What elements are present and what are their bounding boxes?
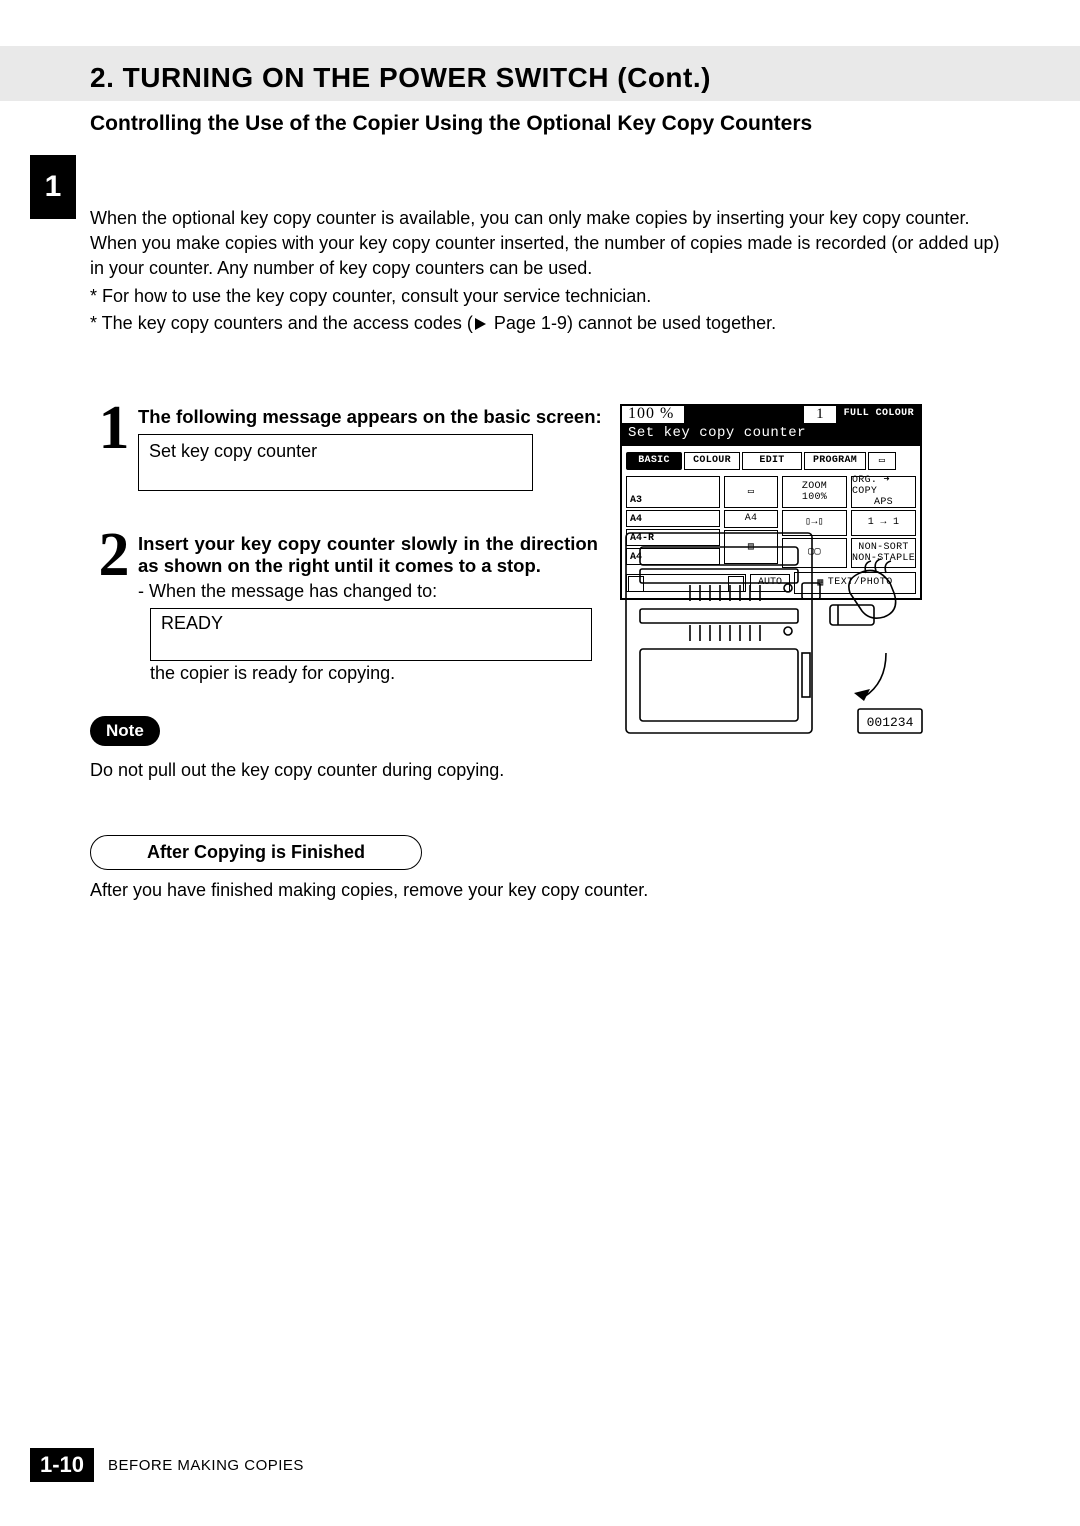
step-2-number: 2 <box>90 531 138 581</box>
step-2-message-box: READY <box>150 608 592 661</box>
section-title: 2. TURNING ON THE POWER SWITCH (Cont.) <box>30 46 1010 94</box>
step-1: 1 The following message appears on the b… <box>90 404 1010 491</box>
after-copying-section: After Copying is Finished <box>90 835 1010 870</box>
lcd-copy-count: 1 <box>802 406 838 425</box>
intro-bullet-1: * For how to use the key copy counter, c… <box>90 284 1010 309</box>
lcd-orgcopy-cell: ORG. ➜ COPYAPS <box>851 476 916 508</box>
lcd-full-colour-label: FULL COLOUR <box>838 406 920 425</box>
step-2-heading: Insert your key copy counter slowly in t… <box>138 533 598 577</box>
step-2: 2 Insert your key copy counter slowly in… <box>90 531 1010 684</box>
page-ref-arrow-icon <box>475 318 486 330</box>
note-badge: Note <box>90 716 160 746</box>
lcd-tab-basic: BASIC <box>626 452 682 470</box>
step-1-number: 1 <box>90 404 138 454</box>
copier-diagram: 001234 <box>620 523 930 753</box>
intro-paragraph: When the optional key copy counter is av… <box>90 206 1010 282</box>
lcd-tray-icon: ▭ <box>724 476 778 508</box>
footer-caption: BEFORE MAKING COPIES <box>108 1457 304 1474</box>
page-footer: 1-10 BEFORE MAKING COPIES <box>30 1448 304 1482</box>
lcd-zoom-cell: ZOOM100% <box>782 476 847 508</box>
page: 2. TURNING ON THE POWER SWITCH (Cont.) C… <box>0 0 1080 1526</box>
lcd-tab-help-icon: ▭ <box>868 452 896 470</box>
lcd-status-message: Set key copy counter <box>622 425 920 444</box>
lcd-tab-edit: EDIT <box>742 452 802 470</box>
lcd-zoom-percent: 100 % <box>622 406 686 425</box>
after-copying-heading: After Copying is Finished <box>90 835 422 870</box>
chapter-tab: 1 <box>30 155 76 219</box>
intro-block: When the optional key copy counter is av… <box>90 206 1010 336</box>
lcd-tab-colour: COLOUR <box>684 452 740 470</box>
subsection-title: Controlling the Use of the Copier Using … <box>30 112 1010 136</box>
lcd-tray: A3 <box>626 476 720 508</box>
page-number: 1-10 <box>30 1448 94 1482</box>
lcd-tab-program: PROGRAM <box>804 452 866 470</box>
step-1-message-box: Set key copy counter <box>138 434 533 491</box>
intro-bullet-2: * The key copy counters and the access c… <box>90 311 1010 336</box>
counter-digits: 001234 <box>867 715 914 730</box>
after-copying-text: After you have finished making copies, r… <box>90 880 1010 901</box>
note-text: Do not pull out the key copy counter dur… <box>90 760 1010 781</box>
